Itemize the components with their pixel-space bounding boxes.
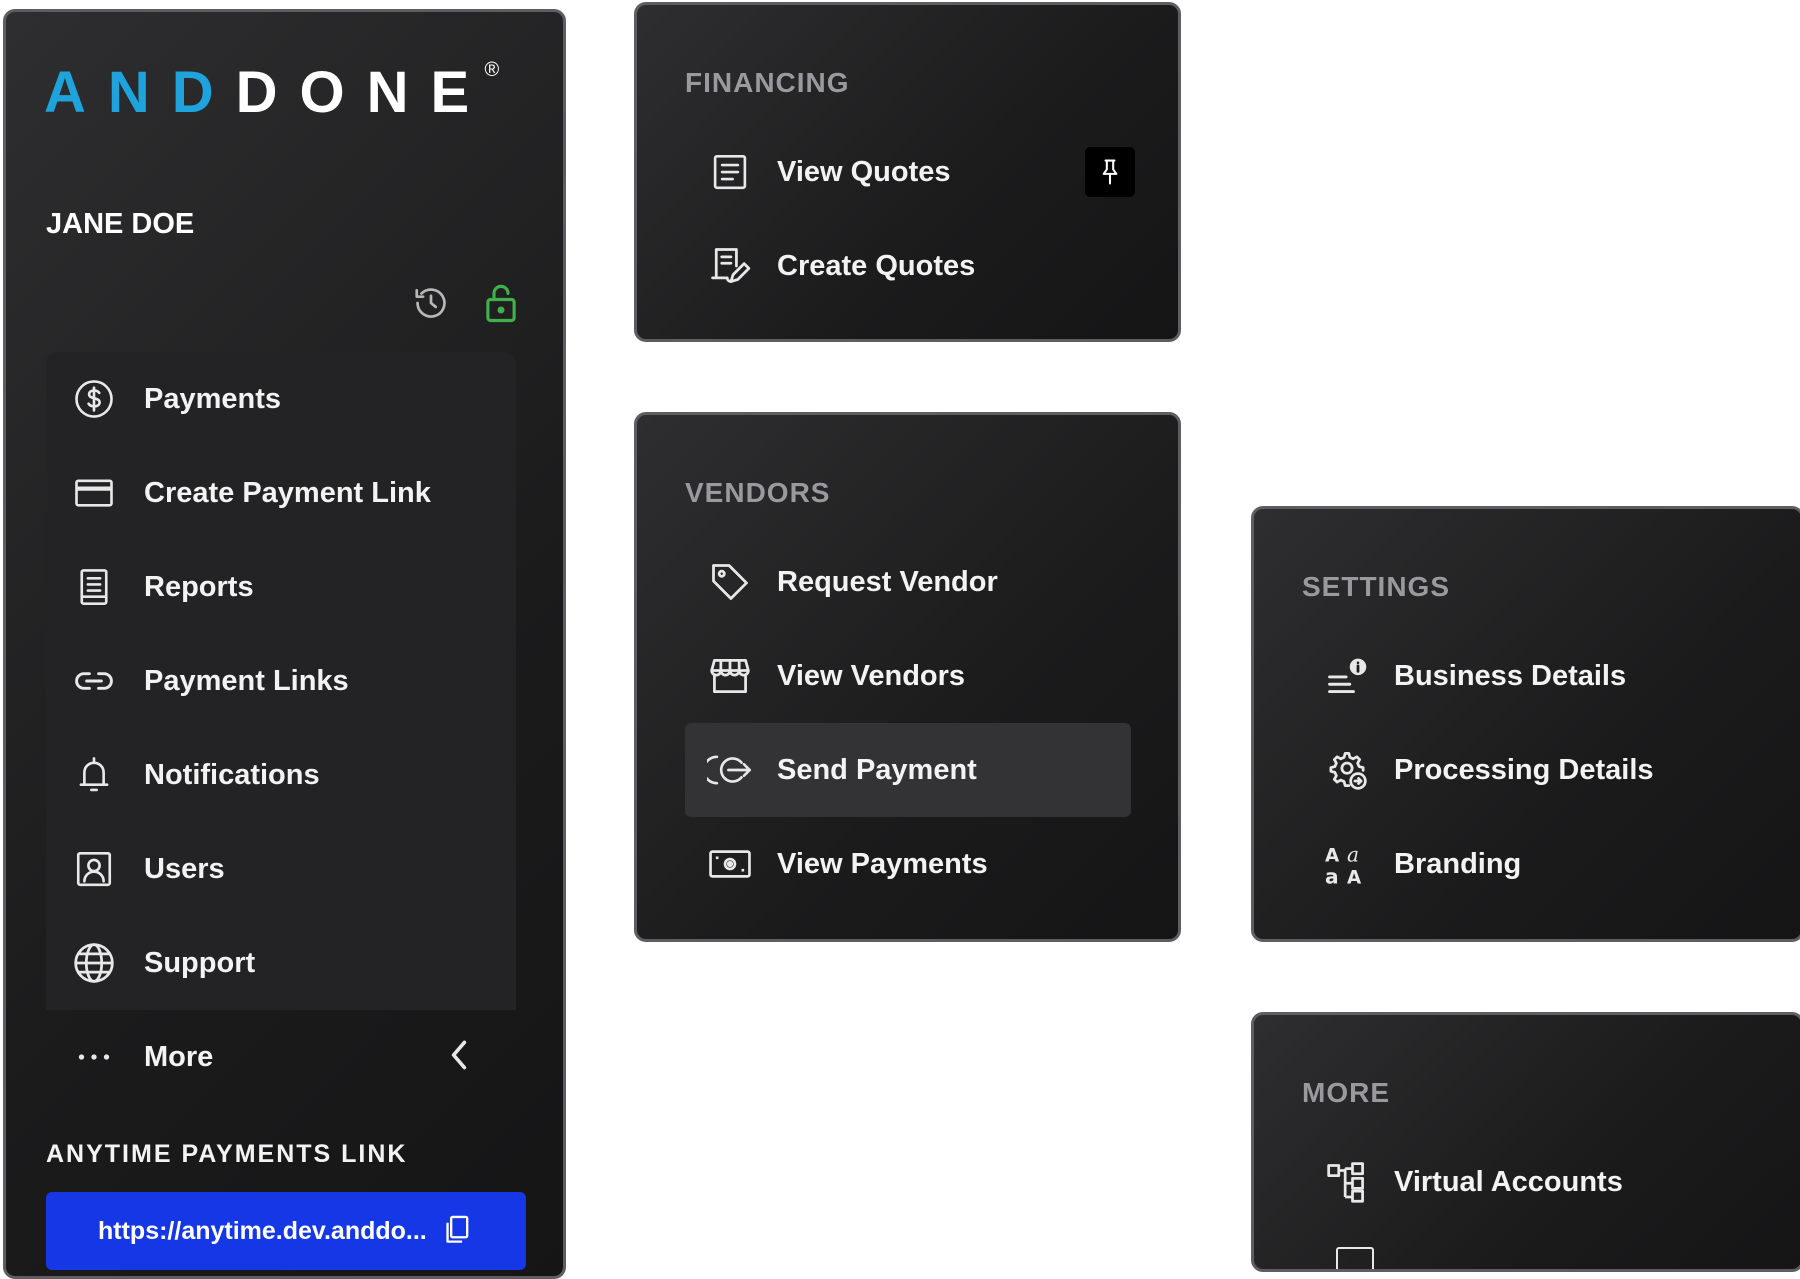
sidebar-item-payments[interactable]: Payments: [46, 352, 516, 446]
menu-item-view-quotes[interactable]: View Quotes: [685, 125, 1135, 219]
menu-item-label: Branding: [1394, 847, 1522, 880]
menu-item-request-vendor[interactable]: Request Vendor: [685, 535, 1131, 629]
menu-item-label: Create Quotes: [777, 249, 976, 282]
sidebar-item-users[interactable]: Users: [46, 822, 516, 916]
sidebar-item-label: Payment Links: [144, 664, 349, 697]
document-icon: [707, 149, 753, 195]
cash-icon: [707, 841, 753, 887]
tag-icon: [707, 559, 753, 605]
anytime-payments-link-button[interactable]: https://anytime.dev.anddo...: [46, 1192, 526, 1270]
svg-text:A: A: [1325, 845, 1340, 866]
svg-text:A: A: [1347, 867, 1362, 886]
link-icon: [72, 659, 116, 703]
menu-item-label: Send Payment: [777, 753, 977, 786]
bell-icon: [72, 753, 116, 797]
sidebar-item-label: More: [144, 1040, 214, 1073]
sidebar: ANDDONE ® JANE DOE Payments Create Paymen…: [3, 9, 566, 1279]
menu-item-label: View Quotes: [777, 155, 951, 188]
menu-item-branding[interactable]: AaaA Branding: [1302, 817, 1748, 911]
settings-title: SETTINGS: [1302, 571, 1451, 602]
anytime-payments-label: ANYTIME PAYMENTS LINK: [46, 1140, 408, 1168]
menu-item-label: Request Vendor: [777, 565, 998, 598]
menu-item-label: Business Details: [1394, 659, 1627, 692]
registered-mark: ®: [484, 59, 500, 81]
anytime-link-text[interactable]: https://anytime.dev.anddo...: [98, 1217, 428, 1246]
info-list-icon: [1324, 653, 1370, 699]
menu-item-processing-details[interactable]: Processing Details: [1302, 723, 1748, 817]
menu-item-virtual-accounts[interactable]: Virtual Accounts: [1302, 1135, 1748, 1229]
anddone-logo[interactable]: ANDDONE ®: [44, 60, 499, 122]
sidebar-item-label: Users: [144, 852, 225, 885]
typography-icon: AaaA: [1324, 841, 1370, 887]
dollar-circle-icon: [72, 377, 116, 421]
sidebar-item-label: Reports: [144, 570, 254, 603]
svg-text:a: a: [1347, 842, 1359, 866]
sidebar-item-reports[interactable]: Reports: [46, 540, 516, 634]
credit-card-icon: [72, 471, 116, 515]
sidebar-nav: Payments Create Payment Link Reports Pay…: [46, 352, 516, 1104]
more-menu: MORE Virtual Accounts: [1251, 1012, 1800, 1272]
vendors-title: VENDORS: [685, 477, 831, 508]
edit-document-icon: [707, 243, 753, 289]
settings-menu: SETTINGS Business Details Processing Det…: [1251, 506, 1800, 942]
unlock-icon[interactable]: [481, 282, 521, 324]
storefront-icon: [707, 653, 753, 699]
logo-part-and: AND: [44, 60, 236, 125]
sidebar-item-create-payment-link[interactable]: Create Payment Link: [46, 446, 516, 540]
pin-icon[interactable]: [1085, 147, 1135, 197]
sidebar-item-label: Create Payment Link: [144, 476, 431, 509]
sidebar-item-label: Payments: [144, 382, 282, 415]
sidebar-item-notifications[interactable]: Notifications: [46, 728, 516, 822]
sidebar-item-support[interactable]: Support: [46, 916, 516, 1010]
globe-icon: [72, 941, 116, 985]
hierarchy-icon: [1324, 1159, 1370, 1205]
menu-item-send-payment[interactable]: Send Payment: [685, 723, 1131, 817]
menu-item-view-payments[interactable]: View Payments: [685, 817, 1131, 911]
menu-item-label: Virtual Accounts: [1394, 1165, 1623, 1198]
sidebar-item-more[interactable]: More: [46, 1010, 516, 1104]
copy-icon[interactable]: [442, 1214, 472, 1246]
chevron-left-icon[interactable]: [444, 1037, 474, 1073]
menu-item-business-details[interactable]: Business Details: [1302, 629, 1748, 723]
menu-item-view-vendors[interactable]: View Vendors: [685, 629, 1131, 723]
sidebar-item-label: Support: [144, 946, 256, 979]
report-icon: [72, 565, 116, 609]
financing-menu: FINANCING View Quotes Create Quotes: [634, 2, 1181, 342]
svg-text:a: a: [1325, 864, 1339, 886]
financing-title: FINANCING: [685, 67, 850, 98]
menu-item-label: View Vendors: [777, 659, 966, 692]
sidebar-item-label: Notifications: [144, 758, 320, 791]
menu-item-label: View Payments: [777, 847, 988, 880]
vendors-menu: VENDORS Request Vendor View Vendors Send…: [634, 412, 1181, 942]
menu-item-create-quotes[interactable]: Create Quotes: [685, 219, 1131, 313]
more-title: MORE: [1302, 1077, 1390, 1108]
menu-item-label: Processing Details: [1394, 753, 1654, 786]
gear-arrow-icon: [1324, 747, 1370, 793]
logo-part-done: DONE: [235, 60, 492, 125]
sidebar-item-payment-links[interactable]: Payment Links: [46, 634, 516, 728]
history-icon[interactable]: [411, 282, 451, 324]
user-icon: [72, 847, 116, 891]
send-payment-icon: [707, 747, 753, 793]
more-dots-icon: [72, 1035, 116, 1079]
user-name: JANE DOE: [46, 208, 195, 240]
